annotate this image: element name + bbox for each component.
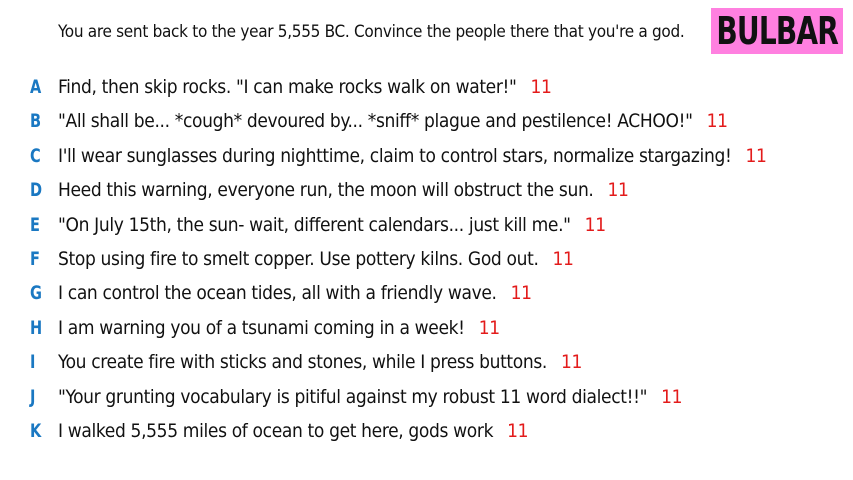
answer-row-a: A Find, then skip rocks. "I can make roc… (0, 70, 853, 104)
answer-count: 11 (706, 110, 728, 133)
answer-text: Find, then skip rocks. "I can make rocks… (58, 76, 517, 98)
answer-row-b: B "All shall be... *cough* devoured by..… (0, 104, 853, 138)
answer-text: I am warning you of a tsunami coming in … (58, 316, 465, 339)
answer-text: "Your grunting vocabulary is pitiful aga… (58, 385, 648, 408)
answer-row-i: I You create fire with sticks and stones… (0, 345, 853, 379)
answer-row-g: G I can control the ocean tides, all wit… (0, 276, 853, 310)
answer-count: 11 (507, 420, 529, 442)
answer-letter: C (30, 144, 41, 167)
answer-letter: I (30, 351, 36, 374)
answer-count: 11 (561, 351, 583, 374)
answer-text: You create fire with sticks and stones, … (58, 351, 547, 374)
answer-text: I'll wear sunglasses during nighttime, c… (58, 144, 732, 167)
answer-count: 11 (552, 248, 574, 270)
answer-letter: F (30, 248, 40, 270)
answer-row-h: H I am warning you of a tsunami coming i… (0, 311, 853, 345)
answer-letter: E (30, 213, 40, 236)
answer-row-c: C I'll wear sunglasses during nighttime,… (0, 139, 853, 173)
answer-text: Stop using fire to smelt copper. Use pot… (58, 248, 539, 270)
answer-letter: G (30, 282, 42, 305)
answer-row-j: J "Your grunting vocabulary is pitiful a… (0, 380, 853, 414)
answer-text: "On July 15th, the sun- wait, different … (58, 213, 571, 236)
answer-text: "All shall be... *cough* devoured by... … (58, 110, 693, 133)
answer-count: 11 (661, 385, 683, 408)
answer-row-e: E "On July 15th, the sun- wait, differen… (0, 208, 853, 242)
answer-count: 11 (510, 282, 532, 305)
answer-count: 11 (530, 76, 552, 98)
answer-count: 11 (478, 316, 500, 339)
answer-count: 11 (584, 213, 606, 236)
answer-text: Heed this warning, everyone run, the moo… (58, 179, 594, 202)
answer-row-f: F Stop using fire to smelt copper. Use p… (0, 242, 853, 276)
answer-row-d: D Heed this warning, everyone run, the m… (0, 173, 853, 207)
answer-text: I can control the ocean tides, all with … (58, 282, 497, 305)
bulbar-badge: BULBAR (711, 8, 843, 54)
answer-count: 11 (745, 144, 767, 167)
answer-count: 11 (607, 179, 629, 202)
answer-letter: J (30, 385, 36, 408)
answer-text: I walked 5,555 miles of ocean to get her… (58, 420, 494, 442)
answer-letter: D (30, 179, 43, 202)
prompt-text: You are sent back to the year 5,555 BC. … (58, 22, 685, 42)
answer-letter: H (30, 316, 43, 339)
answer-letter: A (30, 76, 42, 98)
answer-letter: K (30, 420, 42, 442)
answer-letter: B (30, 110, 42, 133)
answer-row-k: K I walked 5,555 miles of ocean to get h… (0, 414, 853, 448)
badge-label: BULBAR (716, 9, 839, 53)
